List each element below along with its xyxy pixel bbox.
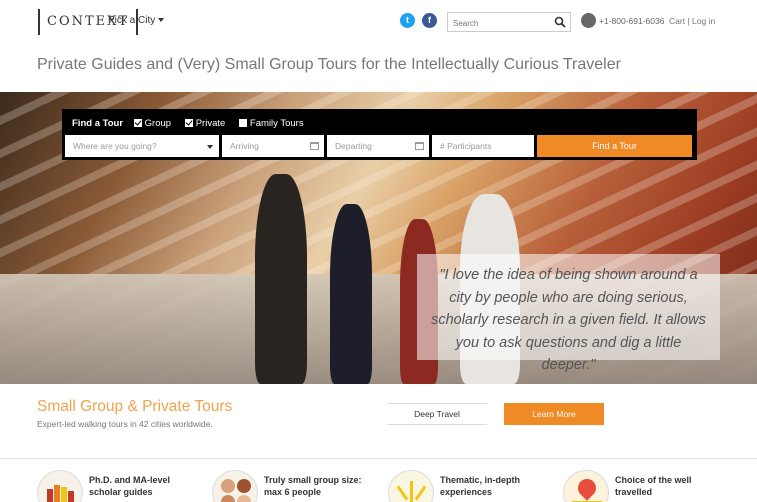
chevron-down-icon xyxy=(207,145,213,149)
cart-link[interactable]: Cart xyxy=(669,16,685,26)
page-tagline: Private Guides and (Very) Small Group To… xyxy=(37,56,621,73)
private-label: Private xyxy=(195,118,226,129)
family-tours-label: Family Tours xyxy=(249,118,304,129)
separator: | xyxy=(687,16,690,26)
feature-text: Choice of the well travelled xyxy=(615,475,692,497)
finder-options: Find a Tour Group Private Family Tours xyxy=(72,118,313,129)
hero-person xyxy=(255,174,307,384)
destination-select[interactable]: Where are you going? xyxy=(65,135,219,157)
tour-finder: Find a Tour Group Private Family Tours W… xyxy=(62,109,697,160)
branch-icon xyxy=(388,470,434,502)
books-icon xyxy=(37,470,83,502)
phone-number[interactable]: +1-800-691-6036 xyxy=(599,16,664,26)
city-picker-label: Pick a City xyxy=(108,15,156,26)
find-tour-button[interactable]: Find a Tour xyxy=(537,135,692,157)
departing-field[interactable]: Departing xyxy=(327,135,429,157)
group-label: Group xyxy=(144,118,172,129)
facebook-icon[interactable]: f xyxy=(422,13,437,28)
testimonial-quote: "I love the idea of being shown around a… xyxy=(417,254,720,373)
feature-text: Thematic, in-depth experiences xyxy=(440,475,521,497)
arriving-field[interactable]: Arriving xyxy=(222,135,324,157)
arriving-placeholder: Arriving xyxy=(230,141,259,151)
phone-icon xyxy=(581,13,596,28)
section-subtitle: Expert-led walking tours in 42 cities wo… xyxy=(37,419,213,429)
feature-text: Truly small group size: max 6 people xyxy=(264,475,362,497)
cart-login-links: Cart | Log in xyxy=(669,16,715,26)
learn-more-button[interactable]: Learn More xyxy=(504,403,604,425)
finder-title: Find a Tour xyxy=(72,118,124,129)
calendar-icon[interactable] xyxy=(415,142,424,150)
participants-placeholder: # Participants xyxy=(440,141,492,151)
chevron-down-icon xyxy=(158,18,165,23)
participants-field[interactable]: # Participants xyxy=(432,135,534,157)
city-picker[interactable]: Pick a City xyxy=(108,15,165,26)
group-checkbox[interactable] xyxy=(133,119,142,127)
search-box xyxy=(447,12,571,33)
section-title: Small Group & Private Tours xyxy=(37,398,233,415)
private-checkbox[interactable] xyxy=(184,119,193,127)
search-icon[interactable] xyxy=(554,16,566,28)
feature-text: Ph.D. and MA-level scholar guides xyxy=(89,475,171,497)
group-hands-icon xyxy=(212,470,258,502)
deep-travel-button[interactable]: Deep Travel xyxy=(387,403,487,425)
family-tours-checkbox[interactable] xyxy=(238,119,247,127)
login-link[interactable]: Log in xyxy=(692,16,715,26)
site-header: CONTEXT Pick a City t f +1-800-691-6036 … xyxy=(0,0,757,44)
destination-placeholder: Where are you going? xyxy=(73,141,157,151)
map-pin-icon xyxy=(563,470,609,502)
calendar-icon[interactable] xyxy=(310,142,319,150)
search-input[interactable] xyxy=(448,14,548,33)
twitter-icon[interactable]: t xyxy=(400,13,415,28)
hero-person xyxy=(330,204,372,384)
divider xyxy=(0,458,757,459)
departing-placeholder: Departing xyxy=(335,141,372,151)
